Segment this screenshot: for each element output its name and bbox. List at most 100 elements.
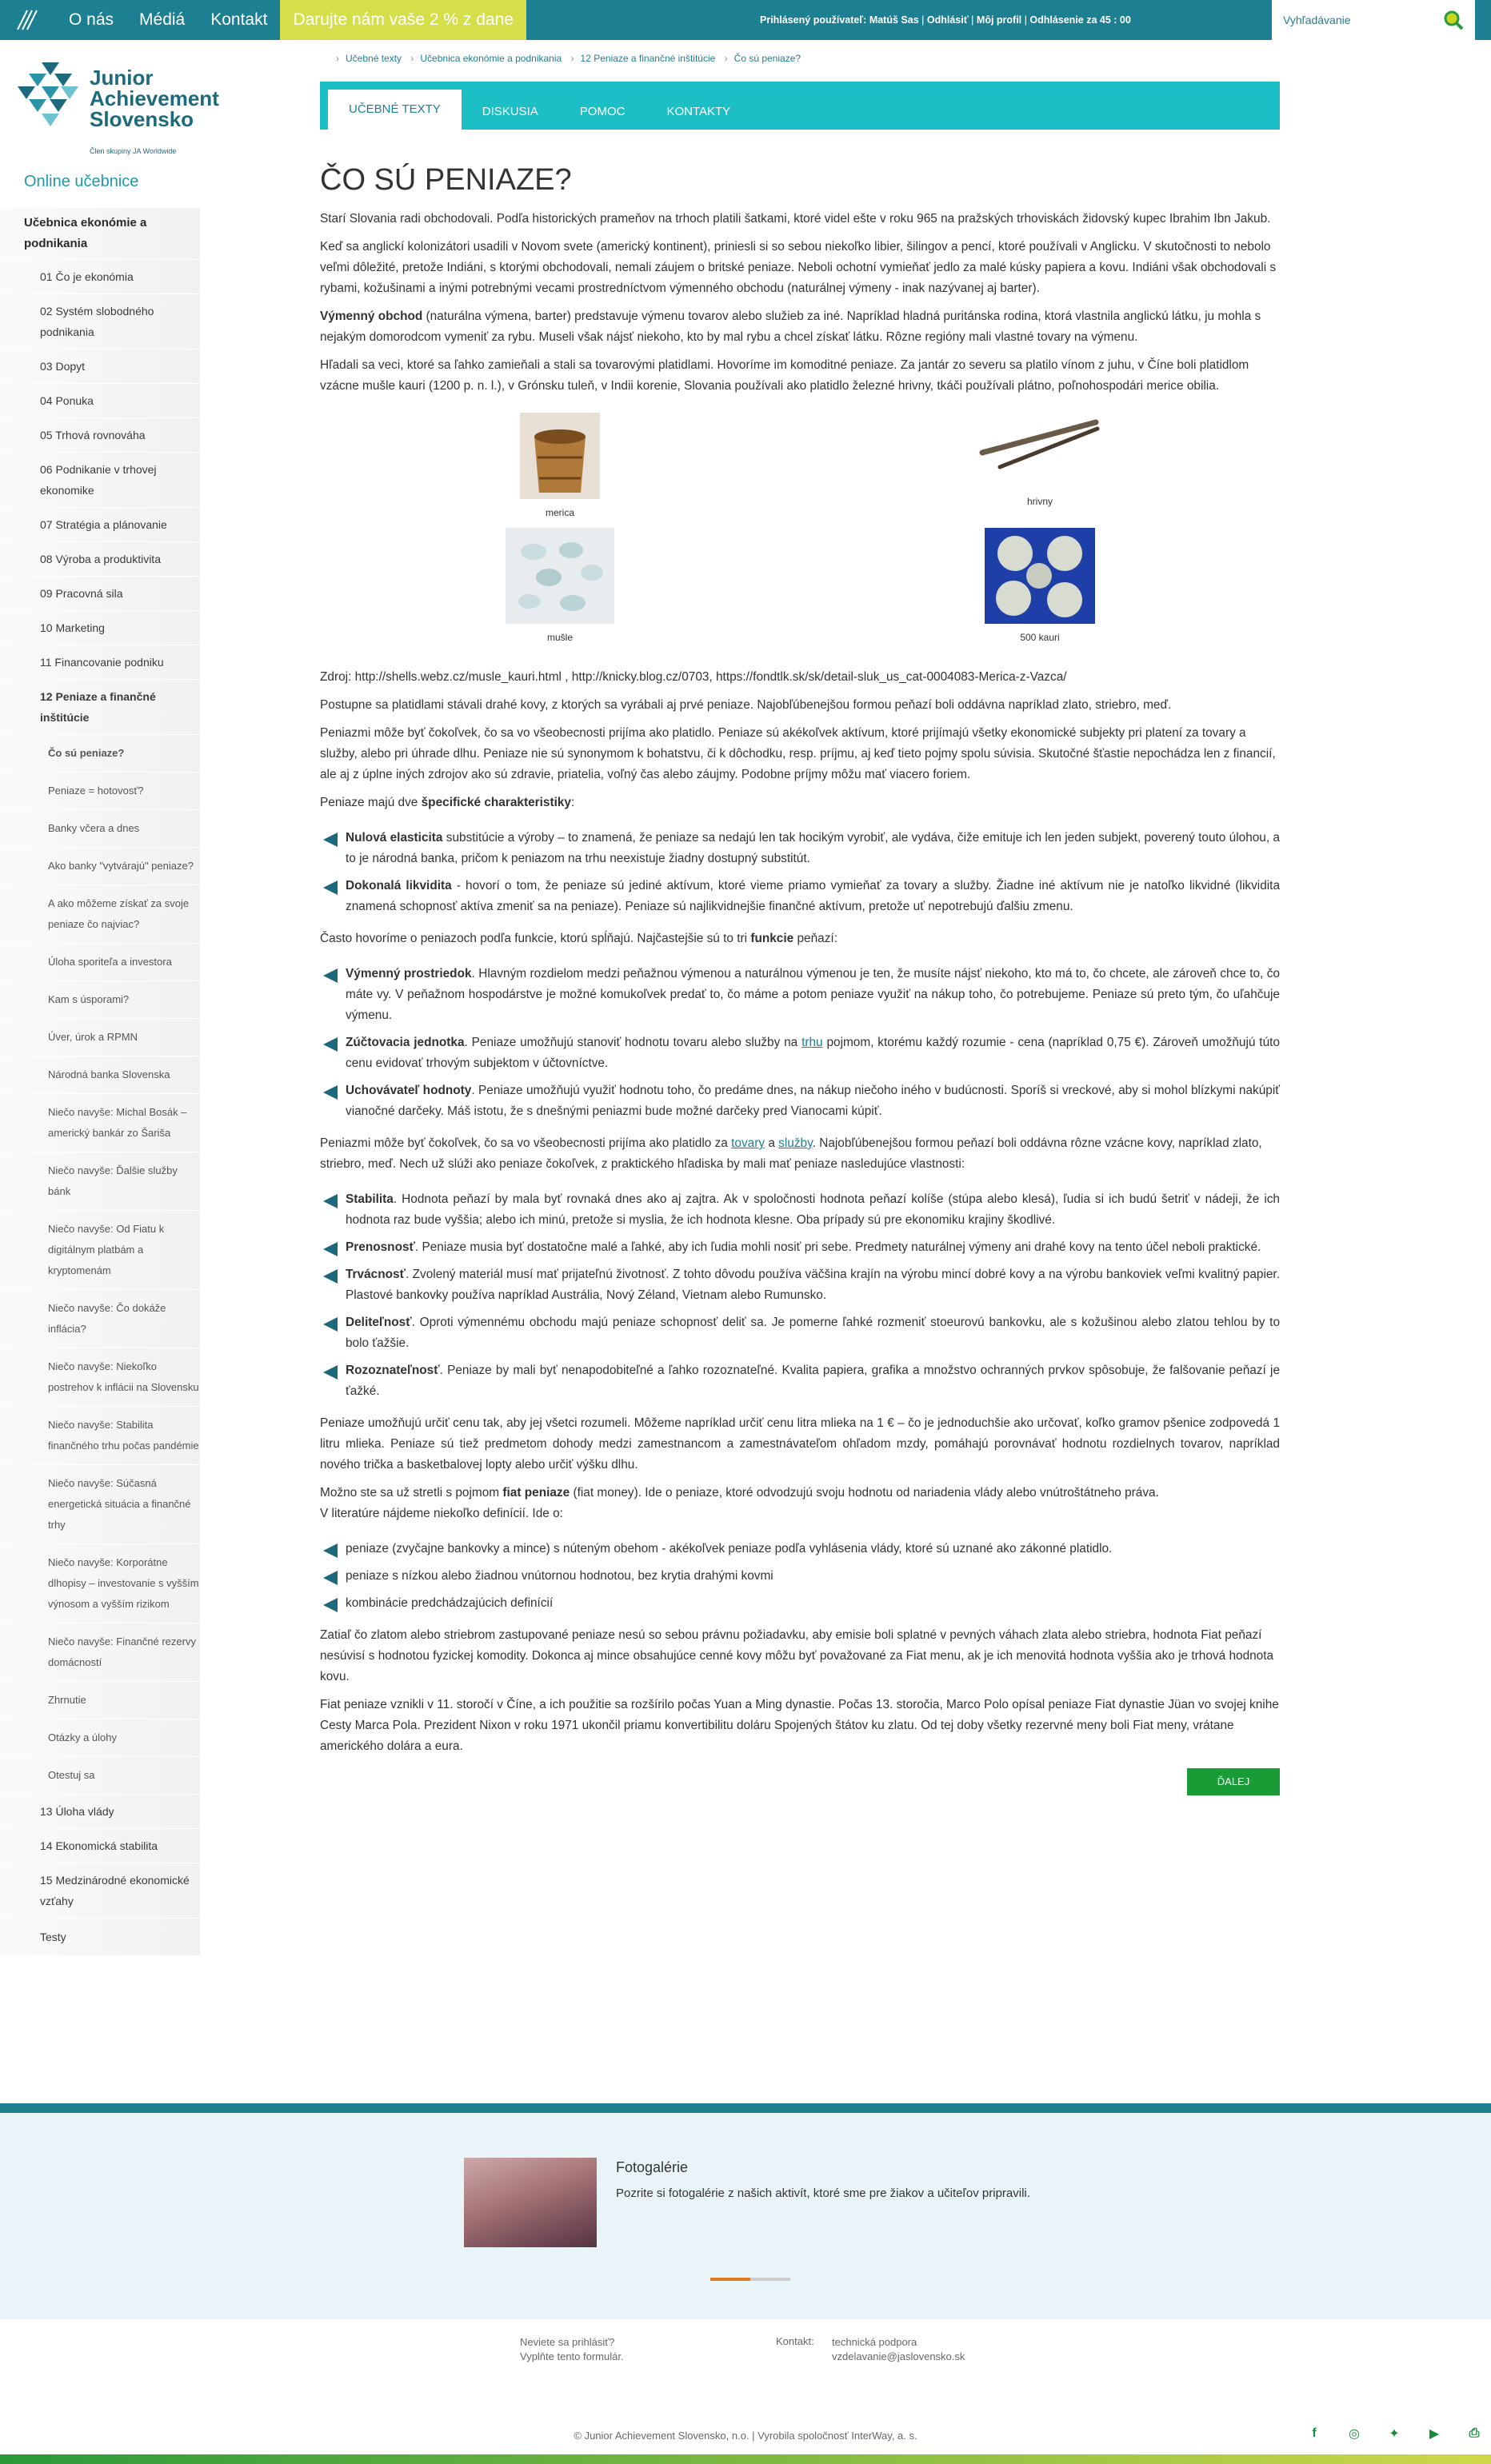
- sidebar-item[interactable]: 07 Stratégia a plánovanie: [0, 508, 200, 542]
- crumb-1[interactable]: Učebné texty: [346, 53, 402, 64]
- search-input[interactable]: Vyhľadávanie: [1283, 14, 1443, 26]
- logout-link[interactable]: Odhlásiť: [927, 14, 969, 26]
- sidebar-item[interactable]: 15 Medzinárodné ekonomické vzťahy: [0, 1863, 200, 1919]
- ja-logo[interactable]: Junior Achievement Slovensko Člen skupiny …: [0, 40, 219, 160]
- sidebar-item[interactable]: 06 Podnikanie v trhovej ekonomike: [0, 453, 200, 508]
- list-item: Deliteľnosť. Oproti výmennému obchodu ma…: [320, 1312, 1280, 1354]
- sidebar-item[interactable]: Banky včera a dnes: [0, 810, 200, 848]
- list-functions: Výmenný prostriedok. Hlavným rozdielom m…: [320, 964, 1280, 1122]
- list-item: Nulová elasticita substitúcie a výroby –…: [320, 828, 1280, 869]
- logo-subtitle: Člen skupiny JA Worldwide: [90, 147, 177, 155]
- sidebar-item[interactable]: 02 Systém slobodného podnikania: [0, 294, 200, 349]
- login-help[interactable]: Neviete sa prihlásiť? Vyplňte tento formu…: [520, 2335, 624, 2364]
- list-item: Prenosnosť. Peniaze musia byť dostatočne…: [320, 1237, 1280, 1258]
- sidebar-item[interactable]: 01 Čo je ekonómia: [0, 260, 200, 294]
- logout-timer: 45 : 00: [1099, 14, 1131, 26]
- list-characteristics: Nulová elasticita substitúcie a výroby –…: [320, 828, 1280, 917]
- sidebar-item[interactable]: 03 Dopyt: [0, 349, 200, 384]
- crumb-2[interactable]: Učebnica ekonómie a podnikania: [420, 53, 562, 64]
- list-fiat: peniaze (zvyčajne bankovky a mince) s nú…: [320, 1539, 1280, 1614]
- sidebar-item[interactable]: 11 Financovanie podniku: [0, 645, 200, 680]
- tab-pomoc[interactable]: POMOC: [559, 90, 646, 130]
- link-trh[interactable]: trhu: [801, 1036, 823, 1049]
- breadcrumb-separator-icon: ›: [724, 53, 728, 64]
- twitter-icon[interactable]: ✦: [1384, 2423, 1405, 2444]
- instagram-icon[interactable]: ◎: [1344, 2423, 1365, 2444]
- tab-ucebne-texty[interactable]: UČEBNÉ TEXTY: [328, 90, 462, 130]
- sidebar-item[interactable]: Peniaze = hotovosť?: [0, 773, 200, 810]
- sidebar-item[interactable]: Otestuj sa: [0, 1757, 200, 1795]
- breadcrumb-separator-icon: ›: [410, 53, 414, 64]
- crumb-3[interactable]: 12 Peniaze a finančné inštitúcie: [581, 53, 716, 64]
- paragraph: Fiat peniaze vznikli v 11. storočí v Čín…: [320, 1698, 1279, 1753]
- image-hrivny: hrivny: [800, 413, 1280, 518]
- sidebar-item[interactable]: 09 Pracovná sila: [0, 577, 200, 611]
- tab-diskusia[interactable]: DISKUSIA: [462, 90, 559, 130]
- carousel-indicator[interactable]: [710, 2278, 790, 2281]
- breadcrumb-separator-icon: ›: [336, 53, 339, 64]
- sidebar-item[interactable]: Učebnica ekonómie a podnikania: [0, 208, 200, 260]
- link-tovary[interactable]: tovary: [731, 1136, 765, 1150]
- next-button[interactable]: ĎALEJ: [1187, 1768, 1280, 1795]
- nav-media[interactable]: Médiá: [126, 0, 198, 40]
- sidebar-item[interactable]: Kam s úsporami?: [0, 981, 200, 1019]
- social-links: f ◎ ✦ ▶ ⎙: [1304, 2423, 1485, 2444]
- sidebar-item[interactable]: Národná banka Slovenska: [0, 1056, 200, 1094]
- sidebar-item[interactable]: 13 Úloha vlády: [0, 1795, 200, 1829]
- sidebar-item[interactable]: Otázky a úlohy: [0, 1719, 200, 1757]
- sidebar-item[interactable]: Úloha sporiteľa a investora: [0, 944, 200, 981]
- sidebar-item[interactable]: Testy: [0, 1919, 200, 1956]
- gallery-image[interactable]: [464, 2158, 597, 2247]
- sidebar-item[interactable]: 08 Výroba a produktivita: [0, 542, 200, 577]
- sidebar-item[interactable]: 12 Peniaze a finančné inštitúcie: [0, 680, 200, 735]
- sidebar-item[interactable]: Úver, úrok a RPMN: [0, 1019, 200, 1056]
- gallery-title[interactable]: Fotogalérie: [616, 2159, 688, 2176]
- timer-label: Odhlásenie za: [1029, 14, 1097, 26]
- sidebar-item[interactable]: Niečo navyše: Korporátne dlhopisy – inve…: [0, 1544, 200, 1623]
- sidebar-item[interactable]: Niečo navyše: Finančné rezervy domácnost…: [0, 1623, 200, 1682]
- sidebar-item[interactable]: Niečo navyše: Stabilita finančného trhu …: [0, 1407, 200, 1465]
- profile-link[interactable]: Môj profil: [977, 14, 1021, 26]
- sidebar-item[interactable]: Niečo navyše: Súčasná energetická situác…: [0, 1465, 200, 1544]
- sidebar-item[interactable]: 04 Ponuka: [0, 384, 200, 418]
- contact-info[interactable]: technická podpora vzdelavanie@jaslovensko…: [832, 2335, 965, 2364]
- user-info: Prihlásený používateľ: Matúš Sas | Odhlá…: [760, 14, 1131, 26]
- sidebar-item[interactable]: Čo sú peniaze?: [0, 735, 200, 773]
- tab-kontakty[interactable]: KONTAKTY: [646, 90, 751, 130]
- crumb-4[interactable]: Čo sú peniaze?: [734, 53, 801, 64]
- sidebar-item[interactable]: A ako môžeme získať za svoje peniaze čo …: [0, 885, 200, 944]
- tabs: UČEBNÉ TEXTY DISKUSIA POMOC KONTAKTY: [320, 82, 1280, 130]
- sidebar-item[interactable]: 05 Trhová rovnováha: [0, 418, 200, 453]
- sidebar-item[interactable]: Ako banky "vytvárajú" peniaze?: [0, 848, 200, 885]
- user-label: Prihlásený používateľ:: [760, 14, 867, 26]
- youtube-icon[interactable]: ▶: [1424, 2423, 1445, 2444]
- list-item: Uchovávateľ hodnoty. Peniaze umožňujú vy…: [320, 1080, 1280, 1122]
- nav-o-nas[interactable]: O nás: [56, 0, 126, 40]
- search-icon[interactable]: [1443, 10, 1464, 30]
- nav-kontakt[interactable]: Kontakt: [198, 0, 280, 40]
- sidebar-item[interactable]: Niečo navyše: Niekoľko postrehov k inflá…: [0, 1348, 200, 1407]
- list-item: peniaze (zvyčajne bankovky a mince) s nú…: [320, 1539, 1280, 1559]
- next-row: ĎALEJ: [320, 1768, 1280, 1803]
- sidebar-menu: Učebnica ekonómie a podnikania 01 Čo je e…: [0, 208, 200, 1956]
- ja-small-logo-icon[interactable]: [0, 0, 56, 40]
- image-gallery: merica hrivny mušle 500 kauri: [320, 413, 1280, 643]
- facebook-icon[interactable]: f: [1304, 2423, 1325, 2444]
- sidebar-item[interactable]: 10 Marketing: [0, 611, 200, 645]
- link-sluzby[interactable]: služby: [778, 1136, 812, 1150]
- list-item: Trvácnosť. Zvolený materiál musí mať pri…: [320, 1264, 1280, 1306]
- wooden-measure-image: [520, 413, 600, 499]
- sidebar-title[interactable]: Online učebnice: [0, 160, 200, 208]
- sidebar-item[interactable]: 14 Ekonomická stabilita: [0, 1829, 200, 1863]
- search-box[interactable]: Vyhľadávanie: [1272, 0, 1475, 40]
- paragraph: Postupne sa platidlami stávali drahé kov…: [320, 698, 1172, 712]
- kauri-image: [985, 528, 1095, 624]
- sidebar-item[interactable]: Niečo navyše: Od Fiatu k digitálnym plat…: [0, 1211, 200, 1290]
- sidebar-item[interactable]: Niečo navyše: Čo dokáže inflácia?: [0, 1290, 200, 1348]
- print-icon[interactable]: ⎙: [1464, 2423, 1485, 2444]
- paragraph: Peniazmi môže byť čokoľvek, čo sa vo vše…: [320, 726, 1276, 781]
- sidebar-item[interactable]: Niečo navyše: Michal Bosák – americký ba…: [0, 1094, 200, 1152]
- sidebar-item[interactable]: Niečo navyše: Ďalšie služby bánk: [0, 1152, 200, 1211]
- sidebar-item[interactable]: Zhrnutie: [0, 1682, 200, 1719]
- donate-banner[interactable]: Darujte nám vaše 2 % z dane: [280, 0, 526, 40]
